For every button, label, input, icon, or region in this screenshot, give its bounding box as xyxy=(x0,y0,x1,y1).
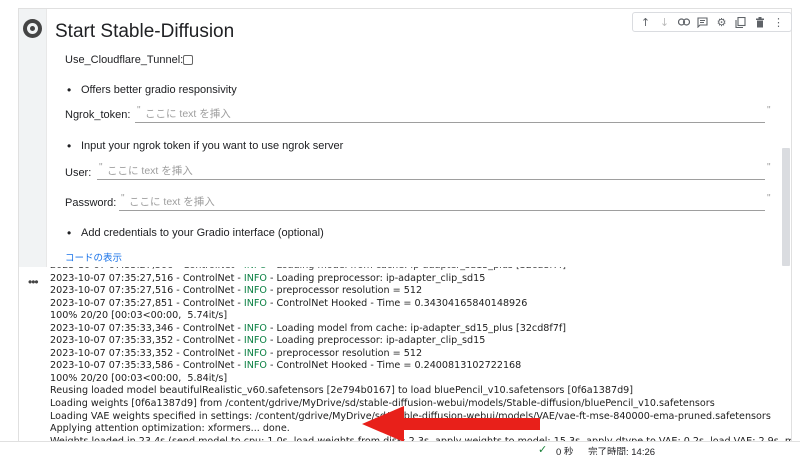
log-text: - Loading preprocessor: ip-adapter_clip_… xyxy=(266,272,486,284)
log-text: - Loading model from cache: ip-adapter_s… xyxy=(267,267,566,271)
show-code-link[interactable]: コードの表示 xyxy=(65,250,122,264)
log-text: 2023-10-07 07:35:33,346 - ControlNet - xyxy=(50,322,244,334)
user-placeholder: ここに text を挿入 xyxy=(107,165,193,177)
status-bar: ✓ 0 秒 完了時間: 14:26 xyxy=(0,441,800,455)
log-level-info: INFO xyxy=(243,322,267,334)
log-level-info: INFO xyxy=(243,347,267,359)
settings-icon[interactable]: ⚙ xyxy=(715,15,729,29)
mirror-cell-icon[interactable] xyxy=(734,15,748,29)
check-icon: ✓ xyxy=(538,443,548,455)
ngrok-placeholder: ここに text を挿入 xyxy=(145,108,231,120)
cell-gutter xyxy=(19,9,47,268)
cloudflare-checkbox[interactable] xyxy=(183,55,193,65)
delete-icon[interactable] xyxy=(753,15,767,29)
log-line: 2023-10-07 07:35:33,352 - ControlNet - I… xyxy=(50,335,791,348)
log-level-info: INFO xyxy=(243,360,267,372)
ngrok-token-field[interactable]: " ここに text を挿入 xyxy=(135,105,765,123)
log-text: Applying attention optimization: xformer… xyxy=(50,423,290,435)
colab-notebook: Start Stable-Diffusion ↑ ↓ ⚙ ⋮ Use_Cloud… xyxy=(0,0,800,455)
log-text: 2023-10-07 07:35:27,516 - ControlNet - xyxy=(50,285,244,297)
move-down-icon[interactable]: ↓ xyxy=(658,15,672,29)
run-cell-icon[interactable] xyxy=(23,19,42,38)
password-placeholder: ここに text を挿入 xyxy=(129,196,215,208)
log-text: 2023-10-07 07:35:27,506 - ControlNet - xyxy=(50,267,244,271)
move-up-icon[interactable]: ↑ xyxy=(639,15,653,29)
cloudflare-note: Offers better gradio responsivity xyxy=(67,83,237,97)
ngrok-note: Input your ngrok token if you want to us… xyxy=(67,139,343,153)
password-field[interactable]: " ここに text を挿入 xyxy=(119,193,765,211)
log-text: - preprocessor resolution = 512 xyxy=(266,347,423,359)
log-text: - Loading model from cache: ip-adapter_s… xyxy=(266,322,566,334)
quote-open: " xyxy=(137,105,141,116)
log-text: - ControlNet Hooked - Time = 0.240081310… xyxy=(266,360,522,372)
user-field[interactable]: " ここに text を挿入 xyxy=(97,162,765,180)
quote-close: " xyxy=(767,162,771,173)
red-arrow-annotation xyxy=(362,406,540,442)
log-text: 2023-10-07 07:35:33,586 - ControlNet - xyxy=(50,360,244,372)
user-label: User: xyxy=(65,167,92,179)
log-line: 2023-10-07 07:35:27,516 - ControlNet - I… xyxy=(50,285,791,298)
credentials-note: Add credentials to your Gradio interface… xyxy=(67,226,324,240)
comment-icon[interactable] xyxy=(696,15,710,29)
output-menu-icon[interactable]: ••• xyxy=(28,275,39,289)
log-line: 100% 20/20 [00:03<00:00, 5.74it/s] xyxy=(50,310,791,323)
more-icon[interactable]: ⋮ xyxy=(772,15,786,29)
cell-scrollbar[interactable] xyxy=(782,148,790,266)
log-text: - Loading preprocessor: ip-adapter_clip_… xyxy=(266,335,486,347)
quote-open: " xyxy=(121,193,125,204)
completion-time: 完了時間: 14:26 xyxy=(588,447,656,455)
output-gutter: ••• xyxy=(19,267,47,441)
cell-title: Start Stable-Diffusion xyxy=(55,21,235,42)
log-line: 2023-10-07 07:35:27,851 - ControlNet - I… xyxy=(50,297,791,311)
log-text: 100% 20/20 [00:03<00:00, 5.84it/s] xyxy=(50,372,228,384)
log-line: Reusing loaded model beautifulRealistic_… xyxy=(50,385,791,398)
execution-duration: 0 秒 xyxy=(556,447,574,455)
log-text: 2023-10-07 07:35:27,851 - ControlNet - xyxy=(50,297,244,309)
log-text: - ControlNet Hooked - Time = 0.343041658… xyxy=(266,297,528,309)
quote-close: " xyxy=(767,193,771,204)
cloudflare-label: Use_Cloudflare_Tunnel: xyxy=(65,54,184,66)
log-line: 2023-10-07 07:35:27,516 - ControlNet - I… xyxy=(50,272,791,286)
log-line: 2023-10-07 07:35:33,352 - ControlNet - I… xyxy=(50,347,791,361)
log-level-info: INFO xyxy=(243,285,267,297)
log-level-info: INFO xyxy=(243,297,267,309)
log-text: 2023-10-07 07:35:27,516 - ControlNet - xyxy=(50,272,244,284)
log-text: 100% 20/20 [00:03<00:00, 5.74it/s] xyxy=(50,310,228,322)
log-line: 100% 20/20 [00:03<00:00, 5.84it/s] xyxy=(50,372,791,386)
log-text: - preprocessor resolution = 512 xyxy=(266,285,423,297)
password-label: Password: xyxy=(65,197,117,209)
log-line: 2023-10-07 07:35:27,506 - ControlNet - I… xyxy=(50,267,791,273)
log-level-info: INFO xyxy=(243,335,267,347)
arrow-shape xyxy=(362,406,540,442)
ngrok-label: Ngrok_token: xyxy=(65,109,131,121)
log-text: 2023-10-07 07:35:33,352 - ControlNet - xyxy=(50,347,244,359)
log-text: Reusing loaded model beautifulRealistic_… xyxy=(50,385,634,397)
log-level-info: INFO xyxy=(243,272,267,284)
log-level-info: INFO xyxy=(244,267,267,271)
log-line: 2023-10-07 07:35:33,586 - ControlNet - I… xyxy=(50,360,791,373)
quote-close: " xyxy=(767,105,771,116)
cell-toolbar: ↑ ↓ ⚙ ⋮ xyxy=(632,12,792,32)
quote-open: " xyxy=(99,162,103,173)
link-icon[interactable] xyxy=(677,15,691,29)
code-cell[interactable]: Start Stable-Diffusion ↑ ↓ ⚙ ⋮ Use_Cloud… xyxy=(18,8,792,268)
log-text: 2023-10-07 07:35:33,352 - ControlNet - xyxy=(50,335,244,347)
log-line: 2023-10-07 07:35:33,346 - ControlNet - I… xyxy=(50,322,791,336)
